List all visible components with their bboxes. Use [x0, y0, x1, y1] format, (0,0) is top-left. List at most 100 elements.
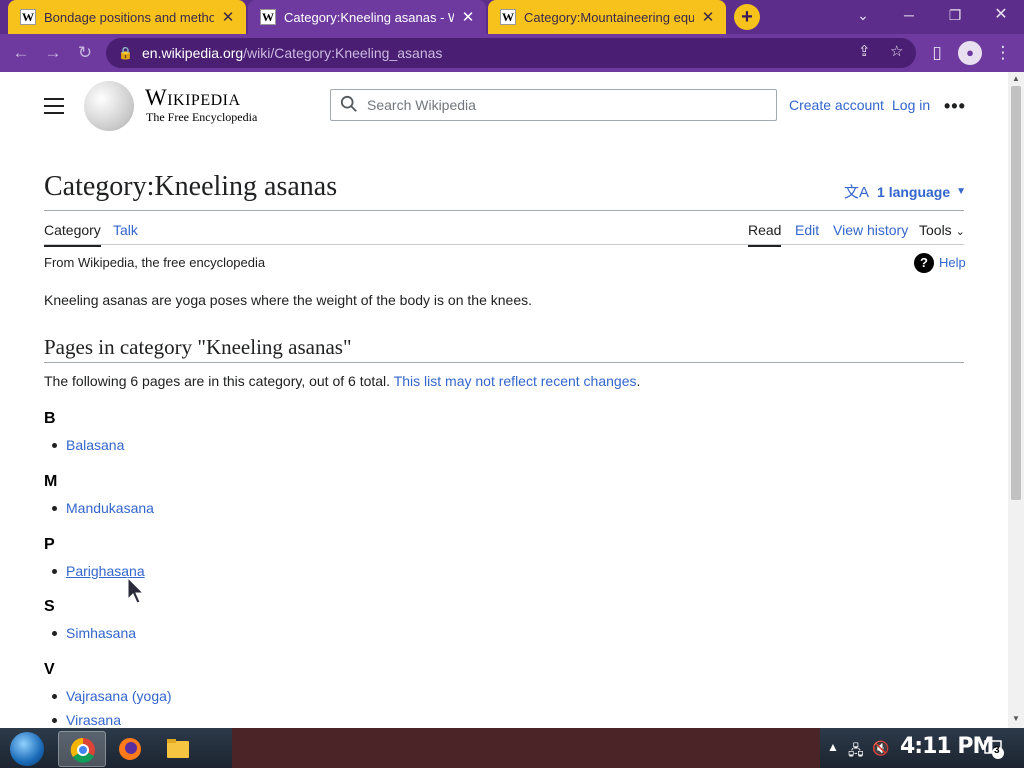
browser-window: W Bondage positions and methods ✕ W Cate…: [0, 0, 1024, 768]
close-tab-icon[interactable]: ✕: [700, 8, 716, 26]
help-icon[interactable]: ?: [914, 253, 934, 273]
bullet: [52, 693, 57, 699]
notification-count: 3: [994, 745, 1000, 756]
wikipedia-page: Wikipedia The Free Encyclopedia Search W…: [0, 72, 1008, 728]
folder-icon: [167, 739, 189, 758]
clock[interactable]: 4:11 PM: [900, 734, 994, 759]
wikipedia-globe-logo[interactable]: [84, 81, 134, 131]
list-item[interactable]: Virasana: [52, 712, 121, 728]
tab-title: Bondage positions and methods: [44, 9, 214, 25]
scroll-up-icon[interactable]: ▲: [1008, 74, 1024, 83]
page-link[interactable]: Vajrasana (yoga): [66, 688, 172, 704]
share-icon[interactable]: ⇪: [858, 42, 871, 60]
section-divider: [44, 362, 964, 363]
minimize-button[interactable]: ─: [886, 0, 932, 34]
site-subtitle: From Wikipedia, the free encyclopedia: [44, 255, 266, 270]
mouse-cursor-icon: [127, 577, 145, 604]
section-heading: Pages in category "Kneeling asanas": [44, 335, 352, 359]
lock-icon: 🔒: [118, 46, 133, 60]
firefox-icon: [119, 738, 141, 760]
chevron-down-icon: ⌄: [955, 226, 965, 238]
wikipedia-favicon-icon: W: [260, 9, 276, 25]
list-item[interactable]: Vajrasana (yoga): [52, 688, 172, 704]
language-label: 1 language: [877, 183, 951, 200]
network-icon[interactable]: 🖧: [848, 740, 864, 764]
scrollbar-thumb[interactable]: [1011, 86, 1021, 500]
page-link[interactable]: Virasana: [66, 712, 121, 728]
tab-strip: W Bondage positions and methods ✕ W Cate…: [0, 0, 1024, 34]
browser-menu-icon[interactable]: ⋮: [990, 40, 1016, 66]
group-letter: M: [44, 473, 58, 490]
group-letter: P: [44, 536, 55, 553]
wordmark-tagline: The Free Encyclopedia: [146, 110, 258, 124]
windows-taskbar: [0, 728, 1024, 768]
page-link[interactable]: Simhasana: [66, 625, 136, 641]
scroll-down-icon[interactable]: ▼: [1008, 714, 1024, 723]
tab-bondage[interactable]: W Bondage positions and methods ✕: [8, 0, 246, 34]
create-account-link[interactable]: Create account: [789, 97, 884, 113]
bullet: [52, 568, 57, 574]
list-item[interactable]: Mandukasana: [52, 500, 154, 516]
list-item[interactable]: Balasana: [52, 437, 124, 453]
tab-edit[interactable]: Edit: [795, 222, 819, 238]
tools-label: Tools: [919, 222, 952, 238]
wikipedia-favicon-icon: W: [500, 9, 516, 25]
tab-talk[interactable]: Talk: [113, 222, 138, 238]
page-link[interactable]: Balasana: [66, 437, 124, 453]
restore-button[interactable]: ❐: [932, 0, 978, 34]
url-host: en.wikipedia.org: [142, 45, 244, 61]
tab-title: Category:Kneeling asanas - Wik: [284, 9, 454, 25]
side-panel-icon[interactable]: ▯: [924, 40, 950, 66]
firefox-taskbar-icon[interactable]: [106, 731, 154, 767]
taskbar-empty-area: [232, 728, 820, 768]
page-count: The following 6 pages are in this catego…: [44, 373, 640, 389]
close-tab-icon[interactable]: ✕: [220, 8, 236, 26]
recent-changes-link[interactable]: This list may not reflect recent changes: [394, 373, 637, 389]
chrome-icon: [70, 737, 95, 763]
back-button[interactable]: ←: [8, 40, 34, 66]
search-icon: [340, 95, 357, 112]
count-text: The following 6 pages are in this catego…: [44, 373, 391, 389]
tab-kneeling-asanas[interactable]: W Category:Kneeling asanas - Wik ✕: [248, 0, 486, 34]
list-item[interactable]: Simhasana: [52, 625, 136, 641]
page-link[interactable]: Mandukasana: [66, 500, 154, 516]
wikipedia-wordmark[interactable]: Wikipedia The Free Encyclopedia: [145, 85, 257, 125]
search-input[interactable]: Search Wikipedia: [330, 89, 777, 121]
help-link[interactable]: Help: [939, 255, 966, 270]
tools-menu[interactable]: Tools ⌄: [919, 222, 965, 238]
address-bar[interactable]: 🔒 en.wikipedia.org/wiki/Category:Kneelin…: [106, 38, 916, 68]
wordmark-title: Wikipedia: [145, 85, 241, 110]
bullet: [52, 442, 57, 448]
tab-search-icon[interactable]: ⌄: [840, 0, 886, 34]
group-letter: B: [44, 410, 56, 427]
tab-view-history[interactable]: View history: [833, 222, 908, 238]
tabs-divider: [44, 244, 964, 245]
browser-toolbar: ← → ↻ 🔒 en.wikipedia.org/wiki/Category:K…: [0, 34, 1024, 72]
translate-icon: 文A: [844, 184, 870, 201]
main-menu-icon[interactable]: [44, 98, 64, 114]
more-options-icon[interactable]: •••: [944, 96, 966, 117]
bookmark-star-icon[interactable]: ☆: [890, 42, 903, 60]
action-center-icon[interactable]: 3: [983, 738, 1005, 759]
file-explorer-taskbar-icon[interactable]: [154, 731, 202, 767]
show-hidden-icons-icon[interactable]: ▲: [827, 740, 839, 754]
bullet: [52, 717, 57, 723]
close-window-button[interactable]: ✕: [978, 0, 1024, 34]
bullet: [52, 505, 57, 511]
category-description: Kneeling asanas are yoga poses where the…: [44, 292, 532, 308]
tab-mountaineering[interactable]: W Category:Mountaineering equip ✕: [488, 0, 726, 34]
count-suffix: .: [636, 373, 641, 389]
new-tab-button[interactable]: +: [734, 4, 760, 30]
reload-button[interactable]: ↻: [72, 40, 98, 66]
url-path: /wiki/Category:Kneeling_asanas: [243, 45, 443, 61]
bullet: [52, 630, 57, 636]
volume-muted-icon[interactable]: 🔇: [872, 740, 889, 757]
close-tab-icon[interactable]: ✕: [460, 8, 476, 26]
log-in-link[interactable]: Log in: [892, 97, 930, 113]
forward-button[interactable]: →: [40, 40, 66, 66]
title-divider: [44, 210, 964, 211]
profile-avatar-icon[interactable]: ●: [958, 41, 982, 65]
language-button[interactable]: 文A 1 language ▼: [844, 181, 966, 202]
chrome-taskbar-icon[interactable]: [58, 731, 106, 767]
start-button[interactable]: [10, 732, 44, 766]
